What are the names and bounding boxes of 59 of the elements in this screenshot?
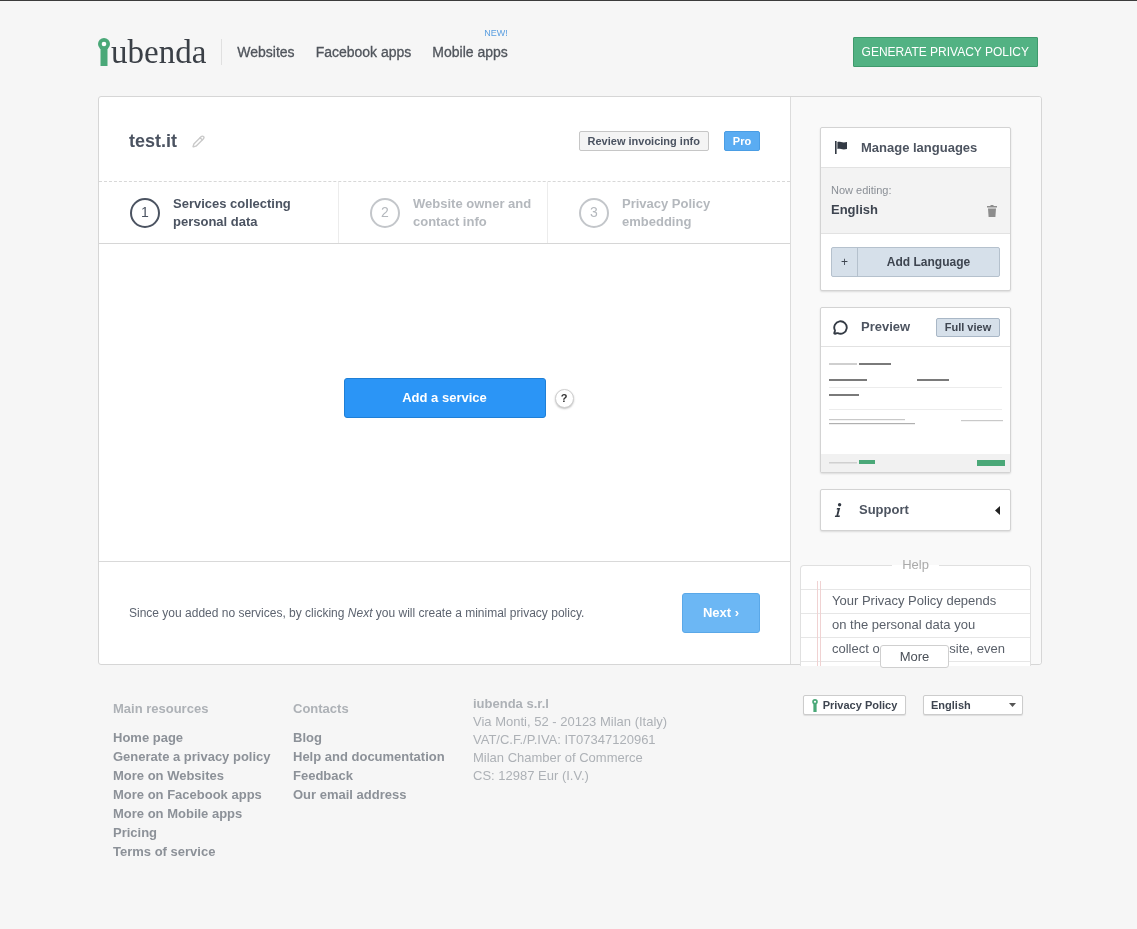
caret-down-icon xyxy=(1009,703,1016,707)
footer-heading: Main resources xyxy=(113,700,210,718)
footer-link[interactable]: Terms of service xyxy=(113,842,216,861)
footer-link[interactable]: Generate a privacy policy xyxy=(113,747,271,766)
step-number: 2 xyxy=(370,197,400,228)
logo-keyhole-icon xyxy=(98,37,110,66)
trash-icon[interactable] xyxy=(987,204,997,217)
pencil-icon[interactable] xyxy=(192,134,205,148)
help-text-fragment: collect o xyxy=(832,640,880,658)
help-text-fragment: site, even xyxy=(949,640,1005,658)
step-number: 3 xyxy=(579,197,609,228)
privacy-policy-button[interactable]: Privacy Policy xyxy=(803,695,906,715)
footer-link[interactable]: Feedback xyxy=(293,766,353,785)
help-title: Help xyxy=(901,558,930,573)
footer-link[interactable]: More on Mobile apps xyxy=(113,804,243,823)
panel-title: Support xyxy=(859,501,909,520)
minimal-policy-note: Since you added no services, by clicking Next you will create a minimal privacy policy. xyxy=(129,605,585,622)
add-service-button[interactable]: Add a service xyxy=(343,377,546,418)
generate-policy-button[interactable]: GENERATE PRIVACY POLICY xyxy=(852,36,1038,67)
new-label: NEW! xyxy=(484,27,508,38)
info-icon xyxy=(834,503,842,517)
speech-bubble-icon xyxy=(833,319,848,335)
project-title: test.it xyxy=(129,129,177,153)
nav-link[interactable]: Facebook apps xyxy=(315,43,412,60)
panel-title: Manage languages xyxy=(861,138,978,157)
language-select[interactable]: English xyxy=(923,695,1023,715)
wizard-step[interactable]: 2 Website owner and contact info xyxy=(338,182,547,243)
footer-link[interactable]: More on Websites xyxy=(113,766,224,785)
keyhole-icon xyxy=(811,698,818,712)
nav-link[interactable]: Websites xyxy=(237,43,295,60)
wizard-step[interactable]: 1 Services collecting personal data xyxy=(99,182,338,243)
flag-icon xyxy=(834,141,848,154)
footer-link[interactable]: Help and documentation xyxy=(293,747,445,766)
caret-left-icon[interactable] xyxy=(995,505,1000,515)
next-button[interactable]: Next › xyxy=(682,593,760,633)
logo-text: ubenda xyxy=(111,34,207,69)
footer-link[interactable]: Our email address xyxy=(293,785,407,804)
company-info-line: Via Monti, 52 - 20123 Milan (Italy) xyxy=(473,713,668,731)
step-number: 1 xyxy=(130,197,160,228)
help-button[interactable]: ? xyxy=(554,388,574,408)
nav-link[interactable]: Mobile apps xyxy=(432,43,508,60)
full-view-button[interactable]: Full view xyxy=(936,317,1000,337)
panel-title: Preview xyxy=(861,318,911,337)
pro-badge: Pro xyxy=(724,131,760,151)
wizard-step[interactable]: 3 Privacy Policy embedding xyxy=(547,182,790,243)
current-language: English xyxy=(831,200,879,219)
footer-link[interactable]: Pricing xyxy=(113,823,158,842)
company-info-line: Milan Chamber of Commerce xyxy=(473,749,644,767)
company-info-line: CS: 12987 Eur (I.V.) xyxy=(473,767,590,785)
company-name: iubenda s.r.l xyxy=(473,695,550,713)
footer-link[interactable]: More on Facebook apps xyxy=(113,785,262,804)
footer-heading: Contacts xyxy=(293,700,350,718)
footer-link[interactable]: Blog xyxy=(293,728,322,747)
more-button[interactable]: More xyxy=(880,645,949,668)
review-invoicing-button[interactable]: Review invoicing info xyxy=(578,131,709,151)
footer-link[interactable]: Home page xyxy=(113,728,184,747)
now-editing-label: Now editing: xyxy=(831,182,892,198)
company-info-line: VAT/C.F./P.IVA: IT07347120961 xyxy=(473,731,657,749)
add-language-button[interactable]: + Add Language xyxy=(831,247,1000,277)
